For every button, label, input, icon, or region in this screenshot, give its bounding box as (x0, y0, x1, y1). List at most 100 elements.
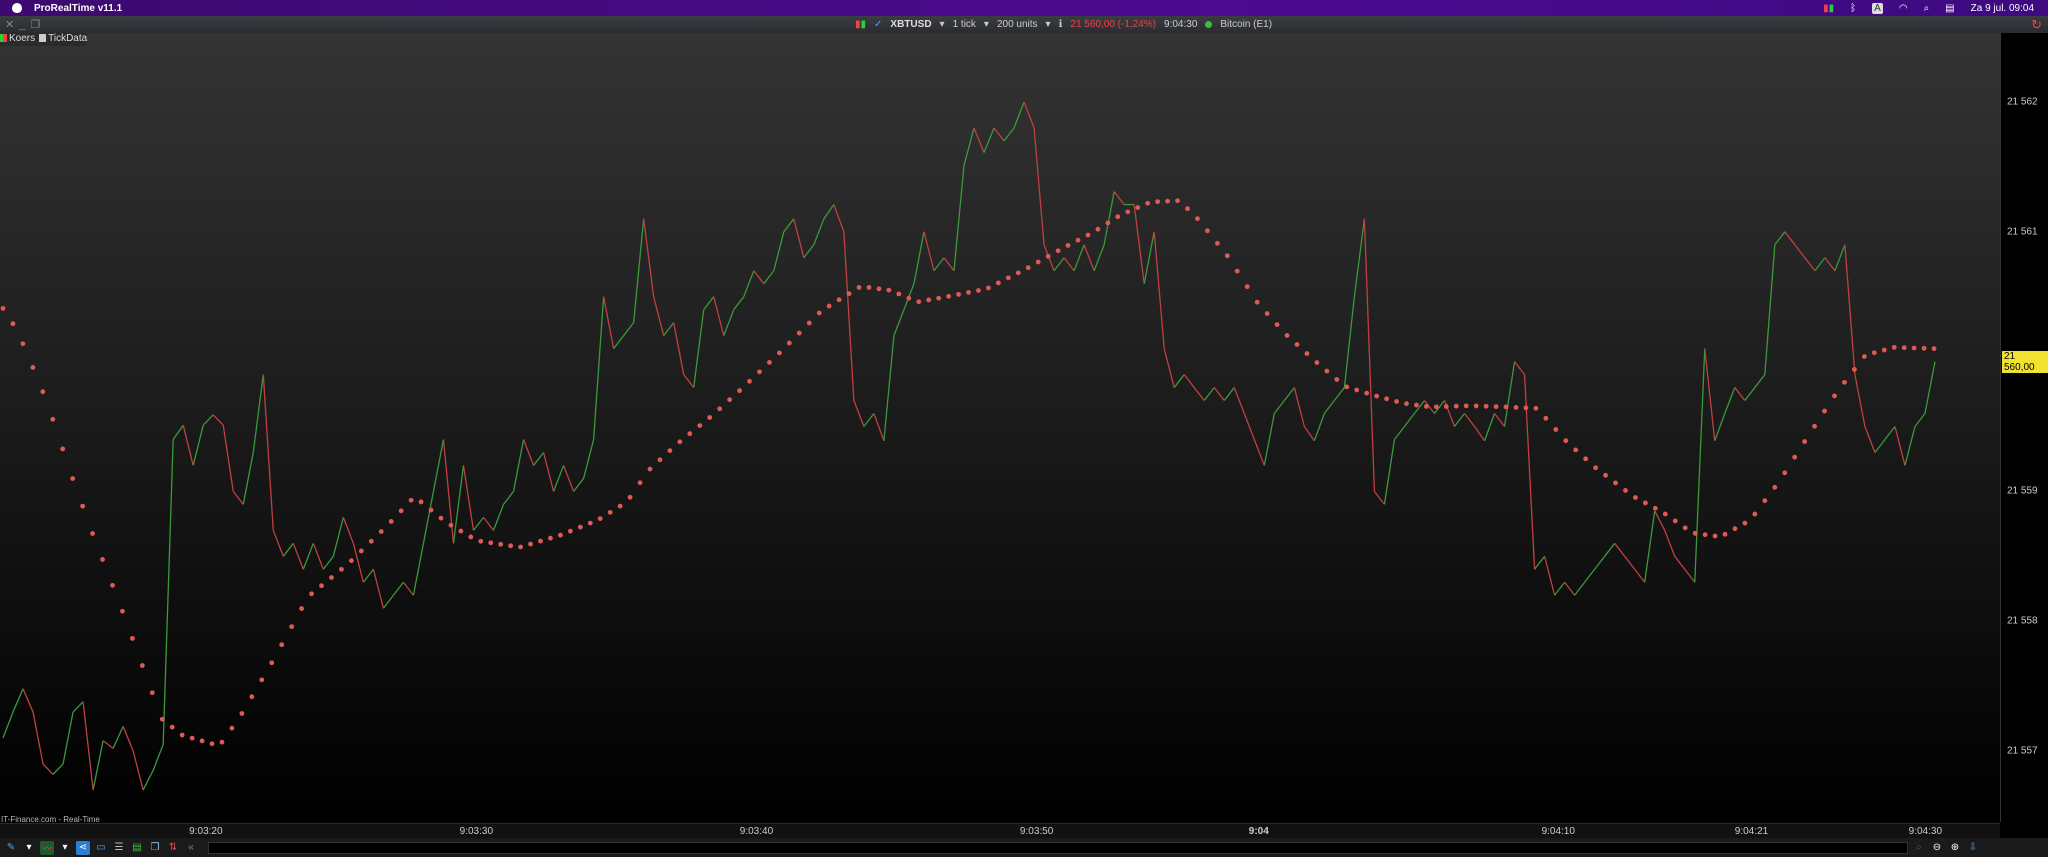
price-line-segment (1904, 426, 1916, 466)
moving-average-dot (1354, 387, 1360, 393)
close-icon[interactable]: ✕ (5, 18, 14, 31)
symbol-bar: ▮▮ ✓ XBTUSD ▾ 1 tick ▾ 200 units ▾ ℹ 21 560… (855, 16, 1272, 33)
status-icon[interactable]: ▮▮ (1823, 3, 1834, 14)
moving-average-dot (1822, 408, 1827, 414)
drawing-tools-icon[interactable]: ✎ (4, 841, 18, 855)
price-line-segment (1033, 127, 1045, 245)
checkmark-icon[interactable]: ✓ (874, 19, 882, 30)
price-line-segment (813, 218, 825, 246)
scroll-to-end-icon[interactable]: ⇩ (1966, 841, 1980, 855)
time-axis[interactable]: 9:03:20 9:03:30 9:03:40 9:03:50 9:04 9:04:10 9… (0, 823, 2000, 838)
moving-average-dot (926, 297, 932, 303)
time-tick-label: 9:04:10 (1541, 826, 1575, 837)
orders-icon[interactable]: ▤ (130, 841, 144, 855)
moving-average-dot (1304, 351, 1310, 356)
price-line-segment (1674, 555, 1686, 570)
moving-average-dot (309, 591, 314, 597)
price-line-segment (102, 740, 114, 749)
time-tick-label: 9:04:30 (1908, 826, 1943, 837)
chevron-down-icon[interactable]: ▾ (1046, 19, 1051, 30)
comments-icon[interactable]: ▭ (94, 841, 108, 855)
moving-average-dot (1891, 344, 1897, 350)
price-axis[interactable]: 21 562 21 561 21 560,00 21 559 21 558 21 557 (2000, 33, 2048, 822)
price-line-segment (1734, 387, 1746, 401)
chevron-down-icon[interactable]: ▾ (984, 19, 989, 30)
moving-average-dot (946, 293, 952, 299)
moving-average-dot (169, 724, 175, 730)
moving-average-dot (1274, 322, 1280, 327)
moving-average-dot (986, 285, 991, 291)
time-tick-label: 9:03:20 (189, 826, 223, 837)
moving-average-dot (826, 303, 832, 309)
chevron-down-icon[interactable]: ▾ (58, 841, 72, 855)
moving-average-dot (1921, 345, 1927, 351)
price-line-segment (1073, 244, 1085, 271)
price-line-segment (272, 530, 284, 557)
moving-average-dot (936, 295, 942, 301)
price-chart[interactable] (0, 33, 2000, 822)
price-line-segment (913, 231, 925, 284)
price-line-segment (1143, 231, 1155, 284)
apple-icon[interactable] (12, 3, 22, 13)
zoom-in-icon[interactable]: ⊕ (1948, 841, 1962, 855)
app-name[interactable]: ProRealTime v11.1 (34, 3, 122, 14)
bluetooth-icon[interactable]: ᛒ (1850, 3, 1856, 14)
moving-average-dot (1443, 404, 1449, 409)
price-line-segment (1784, 231, 1796, 246)
price-line-segment (542, 452, 555, 492)
chart-scrollbar[interactable] (208, 841, 1908, 854)
moving-average-dot (906, 295, 912, 301)
candlestick-icon[interactable]: ▮▮ (855, 19, 866, 30)
moving-average-dot (727, 397, 733, 403)
price-line-segment (1554, 581, 1566, 596)
restore-icon[interactable]: ❐ (30, 18, 40, 31)
legend-item-tickdata[interactable]: TickData (39, 33, 87, 46)
list-icon[interactable]: ☰ (112, 841, 126, 855)
moving-average-dot (1871, 350, 1877, 356)
trade-icon[interactable]: ⇅ (166, 841, 180, 855)
info-icon[interactable]: ℹ (1059, 19, 1063, 30)
indicators-icon[interactable]: 〰 (40, 840, 54, 855)
price-line-segment (1724, 387, 1736, 414)
moving-average-dot (1593, 465, 1599, 471)
zoom-auto-icon[interactable]: ⌕ (1912, 841, 1926, 855)
collapse-icon[interactable]: « (184, 841, 198, 855)
price-line-segment (362, 568, 374, 583)
legend-item-koers[interactable]: Koers (0, 33, 35, 46)
price-line-segment (322, 555, 334, 570)
wifi-icon[interactable]: ◠ (1899, 3, 1908, 14)
moving-average-dot (40, 389, 46, 395)
price-line-segment (1694, 348, 1706, 583)
moving-average-dot (1314, 360, 1320, 365)
moving-average-dot (1722, 531, 1728, 537)
keyboard-input-icon[interactable]: A (1872, 2, 1883, 14)
symbol-dropdown[interactable]: XBTUSD (890, 19, 931, 30)
price-line-segment (613, 335, 625, 350)
zoom-out-icon[interactable]: ⊖ (1930, 841, 1944, 855)
moving-average-dot (1812, 423, 1817, 429)
refresh-icon[interactable]: ↻ (2031, 17, 2042, 33)
moving-average-dot (1284, 333, 1290, 338)
chevron-down-icon[interactable]: ▾ (940, 19, 945, 30)
interval-dropdown[interactable]: 1 tick (953, 19, 976, 30)
moving-average-dot (398, 508, 404, 514)
minimize-icon[interactable]: _ (19, 19, 25, 31)
spotlight-search-icon[interactable]: ⌕ (1924, 3, 1930, 14)
chevron-down-icon[interactable]: ▾ (22, 841, 36, 855)
moving-average-dot (1244, 284, 1250, 290)
windows-icon[interactable]: ❐ (148, 841, 162, 855)
clock[interactable]: Za 9 jul. 09:04 (1971, 3, 2034, 14)
price-line-segment (1403, 413, 1415, 427)
price-line-segment (1874, 439, 1886, 453)
control-center-icon[interactable]: ▤ (1945, 3, 1954, 14)
moving-average-dot (179, 732, 185, 738)
moving-average-dot (1553, 427, 1559, 432)
units-dropdown[interactable]: 200 units (997, 19, 1038, 30)
price-line-segment (442, 439, 455, 544)
moving-average-dot (836, 297, 842, 303)
share-icon[interactable]: ⋖ (76, 840, 90, 855)
moving-average-dot (1752, 511, 1758, 517)
price-line-segment (462, 465, 475, 531)
price-line-segment (2, 711, 14, 739)
moving-average-dot (468, 534, 474, 540)
